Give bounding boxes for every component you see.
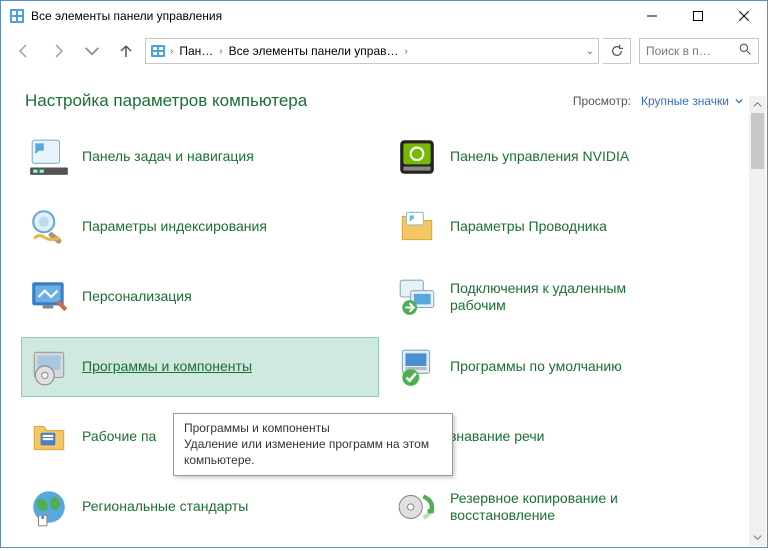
breadcrumb[interactable]: › Пан… › Все элементы панели управ… › ⌄ <box>145 38 599 64</box>
minimize-button[interactable] <box>629 1 675 31</box>
back-button[interactable] <box>9 36 39 66</box>
forward-button[interactable] <box>43 36 73 66</box>
scrollbar-thumb[interactable] <box>751 113 764 169</box>
chevron-right-icon: › <box>219 46 222 57</box>
backup-icon <box>396 486 438 528</box>
nvidia-icon <box>396 136 438 178</box>
window-title: Все элементы панели управления <box>31 9 629 23</box>
breadcrumb-item[interactable]: Все элементы панели управ… <box>225 44 403 58</box>
navbar: › Пан… › Все элементы панели управ… › ⌄ … <box>1 31 767 71</box>
item-label: Персонализация <box>82 288 192 306</box>
scrollbar[interactable] <box>749 96 766 546</box>
item-label: Региональные стандарты <box>82 498 248 516</box>
item-programs-features[interactable]: Программы и компоненты <box>21 337 379 397</box>
chevron-down-icon[interactable]: ⌄ <box>586 46 594 57</box>
item-label: Подключения к удаленным рабочим <box>450 280 680 315</box>
item-personalization[interactable]: Персонализация <box>21 267 379 327</box>
item-label: Резервное копирование и восстановление <box>450 490 680 525</box>
view-select[interactable]: Крупные значки <box>641 94 743 108</box>
item-default-programs[interactable]: Программы по умолчанию <box>389 337 747 397</box>
item-backup-restore[interactable]: Резервное копирование и восстановление <box>389 477 747 537</box>
tooltip: Программы и компоненты Удаление или изме… <box>173 413 453 476</box>
folder-icon <box>150 43 166 59</box>
tooltip-title: Программы и компоненты <box>184 420 442 436</box>
view-label: Просмотр: <box>573 94 631 108</box>
folder-options-icon <box>396 206 438 248</box>
search-input[interactable]: Поиск в п… <box>639 38 759 64</box>
item-label: Панель задач и навигация <box>82 148 254 166</box>
search-icon <box>739 43 752 59</box>
page-header: Настройка параметров компьютера Просмотр… <box>1 71 767 121</box>
item-indexing[interactable]: Параметры индексирования <box>21 197 379 257</box>
search-placeholder: Поиск в п… <box>646 44 711 58</box>
default-programs-icon <box>396 346 438 388</box>
taskbar-icon <box>28 136 70 178</box>
item-label: Программы и компоненты <box>82 358 252 376</box>
item-label: знавание речи <box>450 428 544 446</box>
recent-dropdown[interactable] <box>77 36 107 66</box>
item-explorer-options[interactable]: Параметры Проводника <box>389 197 747 257</box>
item-label: Параметры индексирования <box>82 218 267 236</box>
up-button[interactable] <box>111 36 141 66</box>
item-remote-desktop[interactable]: Подключения к удаленным рабочим <box>389 267 747 327</box>
scroll-up-button[interactable] <box>749 96 766 113</box>
scroll-down-button[interactable] <box>749 529 766 546</box>
titlebar: Все элементы панели управления <box>1 1 767 31</box>
magnifier-icon <box>28 206 70 248</box>
chevron-right-icon: › <box>170 46 173 57</box>
item-taskbar-nav[interactable]: Панель задач и навигация <box>21 127 379 187</box>
close-button[interactable] <box>721 1 767 31</box>
programs-icon <box>28 346 70 388</box>
item-label: Программы по умолчанию <box>450 358 622 376</box>
work-folders-icon <box>28 416 70 458</box>
breadcrumb-item[interactable]: Пан… <box>175 44 217 58</box>
maximize-button[interactable] <box>675 1 721 31</box>
window-controls <box>629 1 767 31</box>
content-area: Панель задач и навигация Панель управлен… <box>1 121 767 551</box>
item-label: Параметры Проводника <box>450 218 607 236</box>
item-nvidia[interactable]: Панель управления NVIDIA <box>389 127 747 187</box>
item-label: Панель управления NVIDIA <box>450 148 629 166</box>
item-label: Рабочие па <box>82 428 156 446</box>
refresh-button[interactable] <box>603 38 631 64</box>
personalization-icon <box>28 276 70 318</box>
chevron-right-icon: › <box>405 46 408 57</box>
tooltip-body: Удаление или изменение программ на этом … <box>184 436 442 468</box>
control-panel-icon <box>9 8 25 24</box>
item-region[interactable]: Региональные стандарты <box>21 477 379 537</box>
remote-icon <box>396 276 438 318</box>
chevron-down-icon <box>735 97 743 105</box>
page-title: Настройка параметров компьютера <box>25 91 573 111</box>
globe-icon <box>28 486 70 528</box>
